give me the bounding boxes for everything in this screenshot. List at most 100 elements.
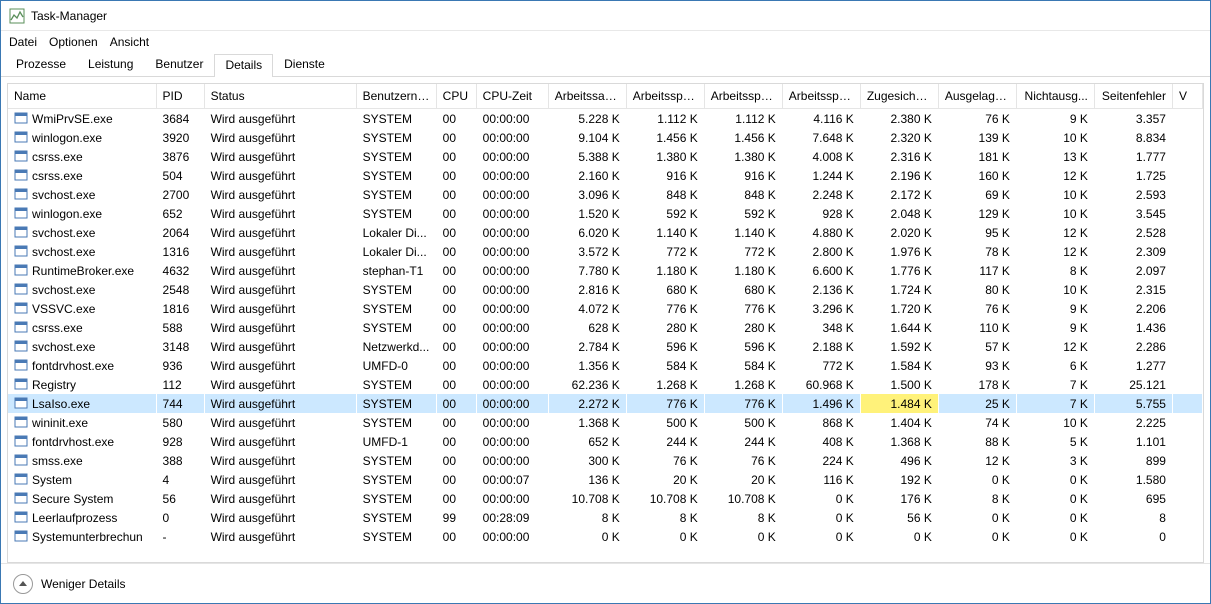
cell-pf: 5.755 (1094, 394, 1172, 413)
cell-pf: 1.277 (1094, 356, 1172, 375)
cell-cpu: 00 (436, 147, 476, 166)
cell-status: Wird ausgeführt (204, 527, 356, 546)
cell-ws: 5.388 K (548, 147, 626, 166)
table-row[interactable]: svchost.exe1316Wird ausgeführtLokaler Di… (8, 242, 1203, 261)
tab-processes[interactable]: Prozesse (5, 53, 77, 76)
cell-pg: 80 K (938, 280, 1016, 299)
table-row[interactable]: fontdrvhost.exe936Wird ausgeführtUMFD-00… (8, 356, 1203, 375)
menu-view[interactable]: Ansicht (110, 35, 149, 49)
cell-name: csrss.exe (8, 147, 156, 166)
process-name: LsaIso.exe (32, 397, 90, 411)
cell-pid: 1316 (156, 242, 204, 261)
tab-services[interactable]: Dienste (273, 53, 336, 76)
cell-name: fontdrvhost.exe (8, 356, 156, 375)
cell-m2: 8 K (704, 508, 782, 527)
table-row[interactable]: fontdrvhost.exe928Wird ausgeführtUMFD-10… (8, 432, 1203, 451)
menu-options[interactable]: Optionen (49, 35, 98, 49)
col-status[interactable]: Status (204, 84, 356, 109)
cell-name: wininit.exe (8, 413, 156, 432)
col-workingset[interactable]: Arbeitssatz... (548, 84, 626, 109)
table-row[interactable]: winlogon.exe652Wird ausgeführtSYSTEM0000… (8, 204, 1203, 223)
cell-cput: 00:00:00 (476, 356, 548, 375)
table-row[interactable]: wininit.exe580Wird ausgeführtSYSTEM0000:… (8, 413, 1203, 432)
cell-m3: 0 K (782, 508, 860, 527)
col-name[interactable]: Name (8, 84, 156, 109)
menu-file[interactable]: Datei (9, 35, 37, 49)
cell-v (1172, 489, 1202, 508)
col-cputime[interactable]: CPU-Zeit (476, 84, 548, 109)
cell-status: Wird ausgeführt (204, 166, 356, 185)
cell-np: 10 K (1016, 204, 1094, 223)
tab-details[interactable]: Details (214, 54, 273, 77)
col-pagefaults[interactable]: Seitenfehler (1094, 84, 1172, 109)
cell-m1: 1.180 K (626, 261, 704, 280)
cell-status: Wird ausgeführt (204, 280, 356, 299)
process-icon (14, 206, 28, 220)
footer: Weniger Details (1, 563, 1210, 603)
col-v[interactable]: V (1172, 84, 1202, 109)
cell-pf: 1.436 (1094, 318, 1172, 337)
process-icon (14, 339, 28, 353)
cell-cput: 00:00:00 (476, 337, 548, 356)
tab-performance[interactable]: Leistung (77, 53, 144, 76)
table-row[interactable]: Systemunterbrechun-Wird ausgeführtSYSTEM… (8, 527, 1203, 546)
table-row[interactable]: csrss.exe504Wird ausgeführtSYSTEM0000:00… (8, 166, 1203, 185)
cell-np: 3 K (1016, 451, 1094, 470)
cell-cm: 2.316 K (860, 147, 938, 166)
table-row[interactable]: System4Wird ausgeführtSYSTEM0000:00:0713… (8, 470, 1203, 489)
process-name: winlogon.exe (32, 131, 102, 145)
cell-np: 9 K (1016, 109, 1094, 129)
cell-np: 10 K (1016, 185, 1094, 204)
cell-pg: 178 K (938, 375, 1016, 394)
col-mem1[interactable]: Arbeitsspei... (626, 84, 704, 109)
cell-pid: 580 (156, 413, 204, 432)
table-row[interactable]: svchost.exe2064Wird ausgeführtLokaler Di… (8, 223, 1203, 242)
process-table-wrap[interactable]: Name PID Status Benutzerna... CPU CPU-Ze… (7, 83, 1204, 563)
cell-cput: 00:00:00 (476, 242, 548, 261)
table-row[interactable]: RuntimeBroker.exe4632Wird ausgeführtstep… (8, 261, 1203, 280)
cell-pf: 1.777 (1094, 147, 1172, 166)
table-row[interactable]: Registry112Wird ausgeführtSYSTEM0000:00:… (8, 375, 1203, 394)
fewer-details-toggle[interactable] (13, 574, 33, 594)
cell-np: 5 K (1016, 432, 1094, 451)
cell-np: 0 K (1016, 470, 1094, 489)
titlebar[interactable]: Task-Manager (1, 1, 1210, 31)
table-row[interactable]: smss.exe388Wird ausgeführtSYSTEM0000:00:… (8, 451, 1203, 470)
process-name: svchost.exe (32, 340, 95, 354)
col-cpu[interactable]: CPU (436, 84, 476, 109)
col-user[interactable]: Benutzerna... (356, 84, 436, 109)
table-row[interactable]: LsaIso.exe744Wird ausgeführtSYSTEM0000:0… (8, 394, 1203, 413)
col-mem3[interactable]: Arbeitsspei... (782, 84, 860, 109)
table-row[interactable]: csrss.exe3876Wird ausgeführtSYSTEM0000:0… (8, 147, 1203, 166)
process-name: Leerlaufprozess (32, 511, 117, 525)
cell-m3: 2.248 K (782, 185, 860, 204)
cell-v (1172, 413, 1202, 432)
col-nonpaged[interactable]: Nichtausg... (1016, 84, 1094, 109)
table-row[interactable]: WmiPrvSE.exe3684Wird ausgeführtSYSTEM000… (8, 109, 1203, 129)
table-row[interactable]: svchost.exe2700Wird ausgeführtSYSTEM0000… (8, 185, 1203, 204)
cell-pf: 3.545 (1094, 204, 1172, 223)
table-row[interactable]: svchost.exe2548Wird ausgeführtSYSTEM0000… (8, 280, 1203, 299)
col-commit[interactable]: Zugesicher... (860, 84, 938, 109)
cell-cm: 2.020 K (860, 223, 938, 242)
cell-name: svchost.exe (8, 337, 156, 356)
process-name: wininit.exe (32, 416, 88, 430)
table-row[interactable]: svchost.exe3148Wird ausgeführtNetzwerkd.… (8, 337, 1203, 356)
cell-cput: 00:00:00 (476, 128, 548, 147)
process-name: RuntimeBroker.exe (32, 264, 134, 278)
table-row[interactable]: VSSVC.exe1816Wird ausgeführtSYSTEM0000:0… (8, 299, 1203, 318)
col-paged[interactable]: Ausgelager... (938, 84, 1016, 109)
chevron-up-icon (19, 581, 27, 586)
tab-users[interactable]: Benutzer (144, 53, 214, 76)
table-row[interactable]: Leerlaufprozess0Wird ausgeführtSYSTEM990… (8, 508, 1203, 527)
cell-name: svchost.exe (8, 185, 156, 204)
col-pid[interactable]: PID (156, 84, 204, 109)
col-mem2[interactable]: Arbeitsspei... (704, 84, 782, 109)
cell-name: winlogon.exe (8, 128, 156, 147)
table-row[interactable]: winlogon.exe3920Wird ausgeführtSYSTEM000… (8, 128, 1203, 147)
table-row[interactable]: Secure System56Wird ausgeführtSYSTEM0000… (8, 489, 1203, 508)
table-row[interactable]: csrss.exe588Wird ausgeführtSYSTEM0000:00… (8, 318, 1203, 337)
cell-m1: 848 K (626, 185, 704, 204)
cell-pid: 2700 (156, 185, 204, 204)
cell-name: svchost.exe (8, 242, 156, 261)
